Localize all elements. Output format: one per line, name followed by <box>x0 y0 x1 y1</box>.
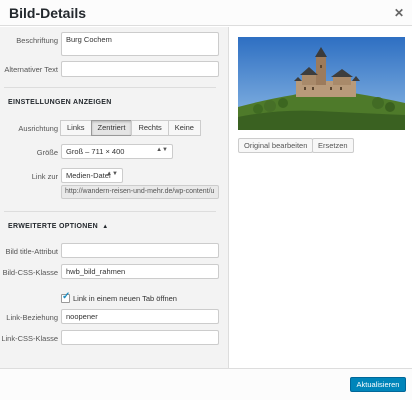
link-to-label: Link zur <box>31 172 58 181</box>
align-center-button[interactable]: Zentriert <box>90 120 133 136</box>
image-preview <box>238 37 405 130</box>
castle-photo <box>238 37 405 130</box>
divider <box>4 87 216 88</box>
link-to-value: Medien-Datei <box>66 171 111 180</box>
dialog-header: Bild-Details ✕ <box>0 0 412 26</box>
updown-arrow-icon: ▲▼ <box>106 171 118 177</box>
update-button[interactable]: Aktualisieren <box>350 377 406 392</box>
link-url-value: http://wandern-reisen-und-mehr.de/wp-con… <box>65 188 215 195</box>
image-css-class-label: Bild-CSS-Klasse <box>2 268 58 277</box>
link-url-field[interactable]: http://wandern-reisen-und-mehr.de/wp-con… <box>61 185 219 199</box>
caption-label: Beschriftung <box>16 36 58 45</box>
image-css-class-value: hwb_bild_rahmen <box>66 267 126 276</box>
checkmark-icon: ✓ <box>62 291 71 302</box>
triangle-up-icon: ▲ <box>102 224 109 230</box>
new-tab-label[interactable]: Link in einem neuen Tab öffnen <box>73 294 177 303</box>
alignment-button-group: Links Zentriert Rechts Keine <box>60 120 201 136</box>
link-rel-value: noopener <box>66 312 98 321</box>
link-rel-input[interactable]: noopener <box>61 309 219 324</box>
link-to-select[interactable]: Medien-Datei ▲▼ <box>61 168 123 183</box>
display-settings-heading: EINSTELLUNGEN ANZEIGEN <box>8 99 112 106</box>
caption-textarea[interactable]: Burg Cochem <box>61 32 219 56</box>
alt-text-input[interactable] <box>61 61 219 77</box>
link-css-class-input[interactable] <box>61 330 219 345</box>
dialog-title: Bild-Details <box>9 5 87 21</box>
image-css-class-input[interactable]: hwb_bild_rahmen <box>61 264 219 279</box>
align-none-button[interactable]: Keine <box>167 120 201 136</box>
alignment-label: Ausrichtung <box>18 124 58 133</box>
edit-original-button[interactable]: Original bearbeiten <box>238 138 314 153</box>
caption-value: Burg Cochem <box>66 35 112 44</box>
link-css-class-label: Link-CSS-Klasse <box>1 334 58 343</box>
updown-arrow-icon: ▲▼ <box>156 147 168 153</box>
advanced-options-toggle[interactable]: ERWEITERTE OPTIONEN ▲ <box>8 223 108 230</box>
size-select[interactable]: Groß – 711 × 400 ▲▼ <box>61 144 173 159</box>
link-rel-label: Link-Beziehung <box>6 313 58 322</box>
alt-text-label: Alternativer Text <box>4 65 58 74</box>
divider <box>4 211 216 212</box>
new-tab-checkbox[interactable]: ✓ <box>61 291 71 303</box>
title-attribute-input[interactable] <box>61 243 219 258</box>
align-left-button[interactable]: Links <box>60 120 92 136</box>
size-value: Groß – 711 × 400 <box>66 147 125 156</box>
size-label: Größe <box>36 148 58 157</box>
replace-button[interactable]: Ersetzen <box>312 138 354 153</box>
close-icon[interactable]: ✕ <box>394 6 404 20</box>
title-attribute-label: Bild title-Attribut <box>5 247 58 256</box>
advanced-options-heading: ERWEITERTE OPTIONEN <box>8 223 98 230</box>
align-right-button[interactable]: Rechts <box>131 120 169 136</box>
